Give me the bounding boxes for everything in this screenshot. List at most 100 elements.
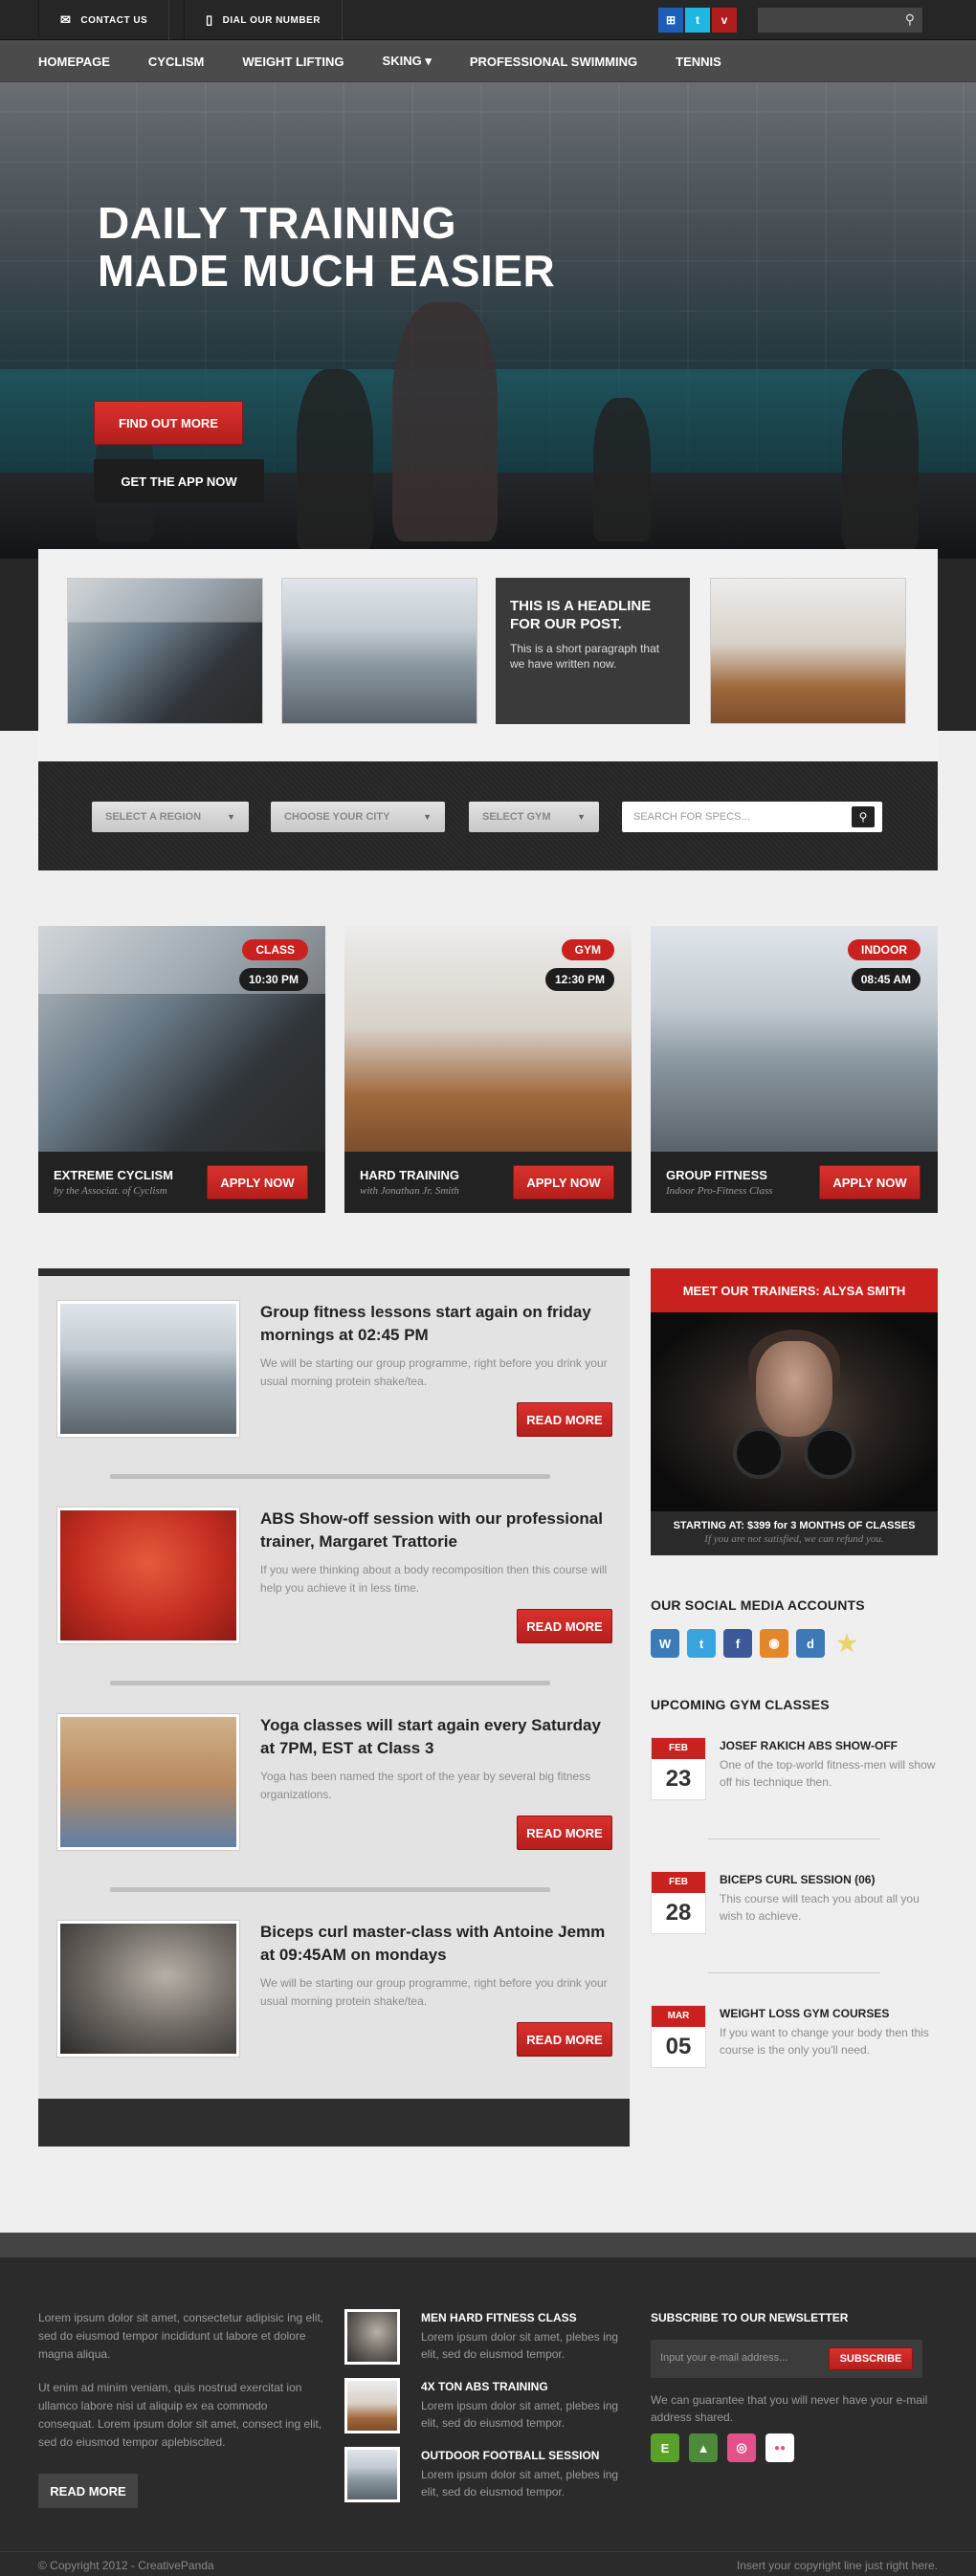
nav-item-sking[interactable]: SKING ▾	[364, 54, 451, 69]
event-title[interactable]: JOSEF RAKICH ABS SHOW-OFF	[720, 1739, 898, 1752]
featured-image-group[interactable]	[281, 578, 477, 724]
featured-image-cycling[interactable]	[67, 578, 263, 724]
footer-thumbnail[interactable]	[344, 2447, 400, 2502]
digg-icon[interactable]: d	[796, 1629, 825, 1658]
footer-list-item[interactable]: 4X TON ABS TRAINING Lorem ipsum dolor si…	[344, 2378, 632, 2445]
newsletter-email-input[interactable]: Input your e-mail address... SUBSCRIBE	[651, 2340, 922, 2378]
flickr-icon[interactable]: ●●	[765, 2433, 794, 2462]
search-specs-placeholder: SEARCH FOR SPECS...	[633, 811, 750, 823]
forrst-icon[interactable]: ▲	[689, 2433, 718, 2462]
apply-now-button[interactable]: APPLY NOW	[513, 1165, 614, 1200]
event-month: MAR	[652, 2006, 705, 2027]
copyright-text: © Copyright 2012 - CreativePanda	[38, 2559, 214, 2572]
posts-footer-bar	[38, 2099, 630, 2147]
class-card-hard-training: GYM 12:30 PM HARD TRAINING with Jonathan…	[344, 926, 632, 1213]
get-the-app-button[interactable]: GET THE APP NOW	[94, 459, 264, 503]
twitter-icon[interactable]: t	[687, 1629, 716, 1658]
footer-item-title[interactable]: MEN HARD FITNESS CLASS	[421, 2311, 577, 2324]
posts-list: Group fitness lessons start again on fri…	[38, 1268, 630, 2147]
footer-about-p1: Lorem ipsum dolor sit amet, consectetur …	[38, 2311, 324, 2361]
list-item: Group fitness lessons start again on fri…	[57, 1301, 612, 1469]
subscribe-button[interactable]: SUBSCRIBE	[829, 2347, 913, 2370]
footer-item-title[interactable]: 4X TON ABS TRAINING	[421, 2380, 548, 2393]
top-search-input[interactable]: ⚲	[758, 8, 922, 33]
read-more-button[interactable]: READ MORE	[517, 1609, 612, 1643]
read-more-button[interactable]: READ MORE	[517, 2022, 612, 2057]
trainer-photo[interactable]	[651, 1312, 938, 1511]
apply-now-button[interactable]: APPLY NOW	[207, 1165, 308, 1200]
footer-read-more-button[interactable]: READ MORE	[38, 2474, 138, 2508]
post-thumbnail[interactable]	[57, 1921, 239, 2057]
select-region-dropdown[interactable]: SELECT A REGION ▼	[92, 802, 249, 832]
nav-item-weight-lifting[interactable]: WEIGHT LIFTING	[223, 55, 363, 69]
evernote-icon[interactable]: E	[651, 2433, 679, 2462]
footer-thumbnail[interactable]	[344, 2378, 400, 2433]
facebook-icon[interactable]: f	[723, 1629, 752, 1658]
select-gym-dropdown[interactable]: SELECT GYM ▼	[469, 802, 599, 832]
featured-paragraph: This is a short paragraph that we have w…	[510, 642, 660, 671]
post-divider	[110, 1887, 550, 1892]
hero-athlete	[392, 302, 498, 541]
footer-list-item[interactable]: MEN HARD FITNESS CLASS Lorem ipsum dolor…	[344, 2309, 632, 2376]
post-thumbnail[interactable]	[57, 1301, 239, 1437]
calendar-badge: FEB 28	[651, 1871, 706, 1934]
card-subtitle: Indoor Pro-Fitness Class	[666, 1185, 773, 1197]
post-thumbnail[interactable]	[57, 1508, 239, 1643]
featured-headline-card[interactable]: THIS IS A HEADLINE FOR OUR POST. This is…	[496, 578, 690, 724]
nav-item-homepage[interactable]: HOMEPAGE	[19, 55, 129, 69]
card-time: 08:45 AM	[851, 968, 921, 991]
nav-item-professional-swimming[interactable]: PROFESSIONAL SWIMMING	[451, 55, 656, 69]
read-more-button[interactable]: READ MORE	[517, 1816, 612, 1850]
card-time: 10:30 PM	[238, 968, 308, 991]
dribbble-icon[interactable]: ◎	[727, 2433, 756, 2462]
post-title[interactable]: Yoga classes will start again every Satu…	[260, 1714, 612, 1760]
hero-title: DAILY TRAINING MADE MUCH EASIER	[98, 199, 555, 295]
featured-headline: THIS IS A HEADLINE FOR OUR POST.	[510, 598, 652, 632]
search-icon[interactable]: ⚲	[852, 806, 875, 827]
wordpress-icon[interactable]: W	[651, 1629, 679, 1658]
post-thumbnail[interactable]	[57, 1714, 239, 1850]
contact-us-label: CONTACT US	[80, 14, 148, 26]
post-title[interactable]: ABS Show-off session with our profession…	[260, 1508, 612, 1553]
contact-us-link[interactable]: ✉ CONTACT US	[38, 0, 170, 40]
apply-now-button[interactable]: APPLY NOW	[819, 1165, 921, 1200]
rss-icon[interactable]: ◉	[760, 1629, 788, 1658]
hero-banner: DAILY TRAINING MADE MUCH EASIER FIND OUT…	[0, 82, 976, 559]
footer-list-item[interactable]: OUTDOOR FOOTBALL SESSION Lorem ipsum dol…	[344, 2447, 632, 2514]
choose-city-dropdown[interactable]: CHOOSE YOUR CITY ▼	[271, 802, 445, 832]
event-item[interactable]: FEB 23 JOSEF RAKICH ABS SHOW-OFF One of …	[651, 1737, 938, 1842]
event-title[interactable]: BICEPS CURL SESSION (06)	[720, 1873, 875, 1886]
trainer-price: STARTING AT: $399 for 3 MONTHS OF CLASSE…	[673, 1520, 916, 1531]
dial-number-link[interactable]: ▯ DIAL OUR NUMBER	[184, 0, 343, 40]
event-item[interactable]: FEB 28 BICEPS CURL SESSION (06) This cou…	[651, 1871, 938, 1976]
search-filters: SELECT A REGION ▼ CHOOSE YOUR CITY ▼ SEL…	[38, 761, 938, 870]
post-title[interactable]: Biceps curl master-class with Antoine Je…	[260, 1921, 612, 1967]
vimeo-icon[interactable]: v	[712, 8, 737, 33]
nav-item-tennis[interactable]: TENNIS	[656, 55, 741, 69]
event-item[interactable]: MAR 05 WEIGHT LOSS GYM COURSES If you wa…	[651, 2005, 938, 2110]
choose-city-label: CHOOSE YOUR CITY	[284, 811, 390, 823]
hero-athlete	[297, 369, 373, 551]
footer-thumbnail[interactable]	[344, 2309, 400, 2365]
list-item: Biceps curl master-class with Antoine Je…	[57, 1921, 612, 2089]
twitter-icon[interactable]: t	[685, 8, 710, 33]
trainer-title[interactable]: MEET OUR TRAINERS: ALYSA SMITH	[651, 1268, 938, 1320]
envelope-icon: ✉	[60, 12, 72, 27]
search-specs-input[interactable]: SEARCH FOR SPECS...	[622, 802, 882, 832]
chevron-down-icon: ▼	[227, 812, 235, 822]
find-out-more-button[interactable]: FIND OUT MORE	[94, 401, 243, 445]
card-badge: CLASS	[242, 939, 308, 960]
hero-athlete	[842, 369, 919, 551]
footer-item-title[interactable]: OUTDOOR FOOTBALL SESSION	[421, 2449, 599, 2462]
search-icon[interactable]: ⚲	[905, 11, 915, 28]
post-title[interactable]: Group fitness lessons start again on fri…	[260, 1301, 612, 1347]
windows-icon[interactable]: ⊞	[658, 8, 683, 33]
chevron-down-icon: ▼	[423, 812, 432, 822]
read-more-button[interactable]: READ MORE	[517, 1402, 612, 1437]
card-title: GROUP FITNESS	[666, 1168, 767, 1182]
post-excerpt: We will be starting our group programme,…	[260, 1356, 608, 1388]
event-title[interactable]: WEIGHT LOSS GYM COURSES	[720, 2007, 889, 2020]
featured-image-trainer[interactable]	[710, 578, 906, 724]
nav-item-cyclism[interactable]: CYCLISM	[129, 55, 224, 69]
star-icon[interactable]: ★	[832, 1629, 861, 1658]
